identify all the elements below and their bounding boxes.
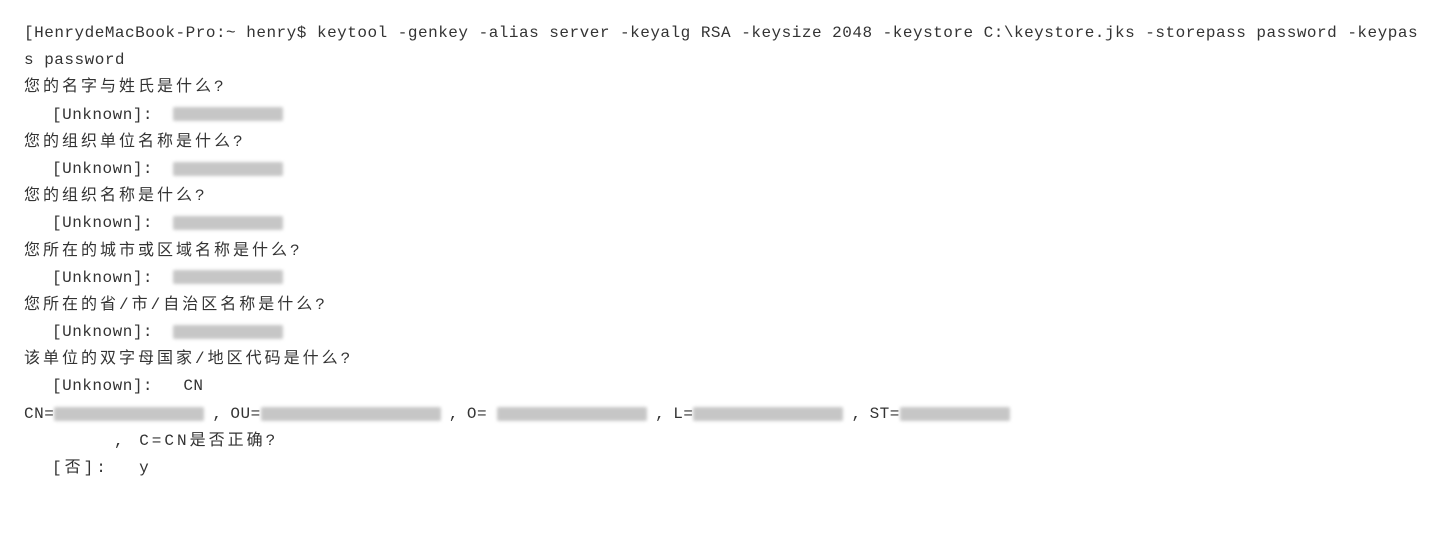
redacted-value [173,325,283,339]
question-ou: 您的组织单位名称是什么? [24,129,1427,156]
comma: , [851,401,861,428]
redacted-value [173,107,283,121]
comma: , [449,401,459,428]
answer-label: [Unknown]: [52,269,153,287]
answer-label: [Unknown]: [52,323,153,341]
summary-key: CN= [24,401,54,428]
answer-label: [Unknown]: [52,377,153,395]
question-state: 您所在的省/市/自治区名称是什么? [24,292,1427,319]
summary-key: ST= [870,401,900,428]
question-city: 您所在的城市或区域名称是什么? [24,238,1427,265]
command-line: [HenrydeMacBook-Pro:~ henry$ keytool -ge… [24,20,1427,74]
prompt-open-bracket: [ [24,24,34,42]
redacted-value [900,407,1010,421]
comma: , [212,401,222,428]
answer-row: [Unknown]: [24,102,1427,129]
question-name: 您的名字与姓氏是什么? [24,74,1427,101]
confirm-label: [否]: [52,459,109,477]
redacted-value [693,407,843,421]
dn-summary: CN= , OU= , O= , L= , ST= [24,401,1427,428]
summary-l: L= [673,401,843,428]
summary-key: L= [673,401,693,428]
comma: , [655,401,665,428]
summary-cn: CN= [24,401,204,428]
answer-label: [Unknown]: [52,106,153,124]
confirm-row: [否]: y [24,455,1427,482]
redacted-value [173,270,283,284]
redacted-value [497,407,647,421]
redacted-value [173,162,283,176]
question-country: 该单位的双字母国家/地区代码是什么? [24,346,1427,373]
redacted-value [173,216,283,230]
summary-st: ST= [870,401,1010,428]
terminal-output[interactable]: [HenrydeMacBook-Pro:~ henry$ keytool -ge… [24,20,1427,482]
answer-label: [Unknown]: [52,214,153,232]
summary-key: OU= [230,401,260,428]
dn-summary-tail: , C=CN是否正确? [24,428,1427,455]
redacted-value [54,407,204,421]
answer-row: [Unknown]: CN [24,373,1427,400]
question-org: 您的组织名称是什么? [24,183,1427,210]
answer-row: [Unknown]: [24,319,1427,346]
answer-country-value: CN [183,377,203,395]
redacted-value [261,407,441,421]
confirm-answer: y [139,459,149,477]
summary-o: O= [467,401,647,428]
summary-tail-text: , C=CN是否正确? [114,432,278,450]
summary-ou: OU= [230,401,440,428]
shell-prompt: HenrydeMacBook-Pro:~ henry$ [34,24,307,42]
answer-label: [Unknown]: [52,160,153,178]
summary-key: O= [467,401,487,428]
answer-row: [Unknown]: [24,265,1427,292]
answer-row: [Unknown]: [24,156,1427,183]
answer-row: [Unknown]: [24,210,1427,237]
